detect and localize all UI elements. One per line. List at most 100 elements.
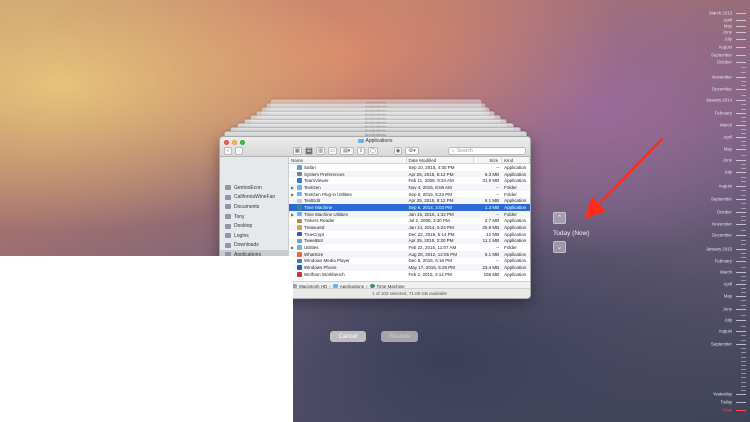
timeline-tick[interactable] [736, 77, 746, 78]
timeline-label[interactable]: February [715, 259, 732, 264]
navigate-back-button[interactable]: ⌃ [553, 212, 566, 224]
timeline-label[interactable]: April [723, 282, 732, 287]
timeline-minor-tick[interactable] [741, 304, 746, 306]
timeline-label[interactable]: Yesterday [713, 392, 732, 397]
timeline-label[interactable]: March [720, 123, 732, 128]
timeline-tick[interactable] [736, 309, 746, 310]
restore-button[interactable]: Restore [381, 331, 418, 342]
timeline-label[interactable]: August [719, 329, 732, 334]
search-input[interactable]: ⌕ Search [448, 146, 526, 155]
timeline-tick[interactable] [736, 402, 746, 403]
timeline-tick[interactable] [736, 212, 746, 213]
sidebar-item-tony[interactable]: Tony [220, 212, 288, 222]
timeline-minor-tick[interactable] [741, 216, 746, 217]
table-row[interactable]: System Preferences Apr 25, 2015, 8:12 PM 6… [289, 170, 530, 178]
timeline-tick[interactable] [736, 186, 746, 187]
sidebar-item-downloads[interactable]: Downloads [220, 241, 288, 251]
table-row[interactable]: TeamViewer Feb 11, 2008, 9:34 AM 31.9 MB Ap… [289, 177, 530, 184]
timeline-label[interactable]: September [711, 197, 732, 202]
timeline-label[interactable]: July [724, 170, 732, 175]
timeline-minor-tick[interactable] [741, 67, 746, 68]
timeline-tick[interactable] [736, 284, 746, 285]
timeline-label[interactable]: August [719, 45, 732, 50]
timeline-minor-tick[interactable] [741, 121, 746, 122]
timeline-label[interactable]: May [724, 24, 732, 29]
timeline-tick[interactable] [736, 160, 746, 161]
timeline-tick[interactable] [736, 149, 746, 150]
timeline-label[interactable]: June [723, 30, 732, 35]
timeline-label[interactable]: March 2013 [709, 11, 732, 16]
timeline-minor-tick[interactable] [741, 356, 746, 358]
timeline-tick[interactable] [736, 331, 746, 332]
icon-view-button[interactable]: ▦ [293, 146, 302, 155]
timeline-label[interactable]: February [715, 111, 732, 116]
timeline-minor-tick[interactable] [741, 72, 746, 73]
timeline-minor-tick[interactable] [741, 280, 746, 281]
timeline-label[interactable]: June [723, 158, 732, 163]
timeline-minor-tick[interactable] [741, 220, 746, 221]
timeline-tick[interactable] [736, 113, 746, 114]
arrange-button[interactable]: ▤▾ [339, 146, 354, 155]
finder-titlebar[interactable]: Applications ‹ › ▦ ☰ ▥ ▭ ▤▾ ⇪ ◯ ◉ ⚙▾ ⌕ S… [220, 137, 530, 157]
timeline-minor-tick[interactable] [741, 141, 746, 142]
timeline-label[interactable]: August [719, 184, 732, 189]
timeline-tick[interactable] [736, 13, 746, 14]
timeline-minor-tick[interactable] [741, 266, 746, 268]
timeline-label[interactable]: December [712, 233, 732, 238]
timeline-tick[interactable] [736, 125, 746, 126]
timeline-minor-tick[interactable] [741, 360, 746, 362]
timeline-label[interactable]: November [712, 222, 732, 227]
sidebar-item-gentooecon[interactable]: GentooEcon [220, 183, 288, 193]
backup-timeline[interactable]: March 2013 April May June July August Septembe… [688, 0, 750, 422]
timeline-tick[interactable] [736, 26, 746, 27]
timeline-minor-tick[interactable] [741, 168, 746, 169]
timeline-minor-tick[interactable] [741, 104, 746, 106]
cancel-button[interactable]: Cancel [330, 331, 366, 342]
timeline-minor-tick[interactable] [741, 129, 746, 130]
timeline-minor-tick[interactable] [741, 117, 746, 118]
timeline-tick[interactable] [736, 199, 746, 200]
timeline-minor-tick[interactable] [741, 207, 746, 209]
timeline-label[interactable]: April [723, 18, 732, 23]
table-row[interactable]: ▶ Utilities Feb 22, 2015, 11:07 AM -- Folder [289, 244, 530, 251]
timeline-tick[interactable] [736, 172, 746, 173]
table-row[interactable]: Windows Phone May 17, 2015, 5:25 PM 23.4 M… [289, 264, 530, 271]
timeline-label[interactable]: January 2014 [706, 98, 732, 103]
timeline-minor-tick[interactable] [741, 381, 746, 383]
sidebar-item-desktop[interactable]: Desktop [220, 221, 288, 231]
timeline-minor-tick[interactable] [741, 335, 746, 337]
table-row[interactable]: TweetBot Apr 25, 2015, 2:20 PM 11.1 MB Appl… [289, 237, 530, 245]
table-row[interactable]: Tinkers Reader Jul 2, 2008, 3:30 PM 2.7 MB… [289, 218, 530, 225]
disclosure-triangle-icon[interactable]: ▶ [291, 185, 295, 190]
sidebar-item-californiawinefan[interactable]: CaliforniaWineFan [220, 193, 288, 203]
column-header-date[interactable]: Date Modified [407, 157, 475, 163]
timeline-tick[interactable] [736, 20, 746, 21]
timeline-label[interactable]: November [712, 75, 732, 80]
timeline-minor-tick[interactable] [741, 377, 746, 379]
timeline-minor-tick[interactable] [741, 389, 746, 391]
column-header-kind[interactable]: Kind [502, 157, 530, 163]
timeline-tick[interactable] [736, 89, 746, 90]
timeline-tick[interactable] [736, 272, 746, 273]
file-list[interactable]: Name Date Modified Size Kind Safari Sep 1… [289, 157, 530, 281]
timeline-minor-tick[interactable] [741, 176, 746, 178]
timeline-minor-tick[interactable] [741, 292, 746, 293]
cover-flow-button[interactable]: ▭ [327, 146, 337, 155]
timeline-minor-tick[interactable] [741, 352, 746, 354]
timeline-minor-tick[interactable] [741, 300, 746, 302]
timeline-minor-tick[interactable] [741, 164, 746, 165]
timeline-tick[interactable] [736, 137, 746, 138]
table-row[interactable]: ▶ Time Machine Utilities Jan 15, 2015, 1:3… [289, 210, 530, 218]
timeline-label[interactable]: October [717, 60, 732, 65]
timeline-minor-tick[interactable] [741, 257, 746, 258]
timeline-label[interactable]: September [711, 342, 732, 347]
timeline-minor-tick[interactable] [741, 244, 746, 246]
timeline-now-tick[interactable] [736, 410, 746, 411]
timeline-minor-tick[interactable] [741, 108, 746, 110]
timeline-now-label[interactable]: Now [723, 408, 732, 413]
timeline-minor-tick[interactable] [741, 85, 746, 86]
timeline-minor-tick[interactable] [741, 314, 746, 316]
timeline-label[interactable]: October [717, 210, 732, 215]
timeline-minor-tick[interactable] [741, 190, 746, 192]
table-row[interactable]: TextEdit Apr 25, 2015, 8:12 PM 6.1 MB Appli… [289, 197, 530, 205]
